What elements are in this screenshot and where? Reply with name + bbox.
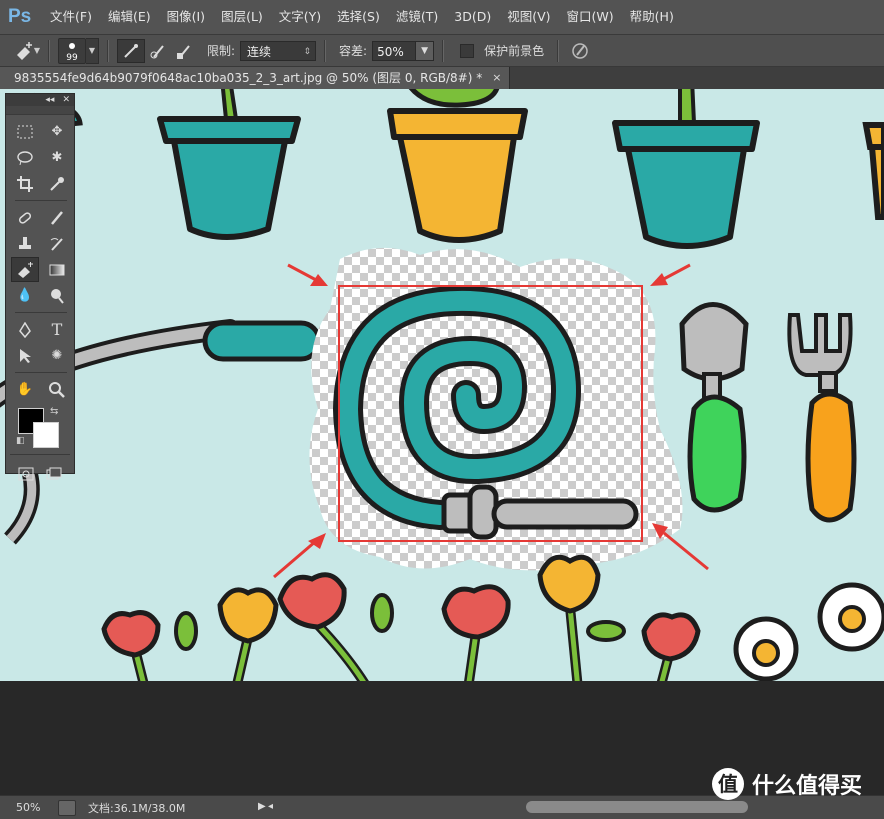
background-color-swatch[interactable]	[33, 422, 59, 448]
separator	[107, 39, 109, 62]
teal-pot-2	[612, 89, 760, 249]
tolerance-label: 容差:	[339, 44, 368, 58]
select-arrows-icon: ⇕	[303, 46, 312, 57]
limits-value: 连续	[247, 44, 272, 59]
teal-pot-1	[157, 89, 301, 240]
menu-window[interactable]: 窗口(W)	[559, 0, 622, 34]
tools-panel: ◂◂ ✕ ✥ ✱ 💧 T ✺ ✋ ⇆ ◧	[5, 93, 75, 480]
separator	[324, 39, 327, 62]
separator	[557, 39, 560, 62]
menu-type[interactable]: 文字(Y)	[271, 0, 329, 34]
background-eraser-tool-icon[interactable]	[11, 257, 39, 282]
custom-shape-tool-icon[interactable]: ✺	[43, 343, 71, 368]
options-bar: ▼ 99 ▼ 限制: 连续 ⇕ 容差: 50% ▼ 保护前景色	[0, 35, 884, 67]
brush-size-preview[interactable]: 99	[58, 37, 86, 64]
crop-tool-icon[interactable]	[11, 171, 39, 196]
gradient-tool-icon[interactable]	[43, 257, 71, 282]
menu-select[interactable]: 选择(S)	[329, 0, 388, 34]
blur-tool-icon[interactable]: 💧	[11, 283, 39, 308]
marquee-tool-icon[interactable]	[11, 119, 39, 144]
separator	[10, 454, 70, 455]
brush-picker[interactable]: 99 ▼	[58, 37, 99, 64]
limits-label: 限制:	[207, 44, 236, 58]
document-tab[interactable]: 9835554fe9d64b9079f0648ac10ba035_2_3_art…	[0, 67, 511, 89]
menu-file[interactable]: 文件(F)	[42, 0, 100, 34]
clone-stamp-tool-icon[interactable]	[11, 231, 39, 256]
limits-select[interactable]: 连续 ⇕	[240, 40, 317, 61]
document-size-info: 文档:36.1M/38.0M	[88, 801, 186, 815]
artwork	[0, 89, 884, 681]
path-selection-tool-icon[interactable]	[11, 343, 39, 368]
type-tool-icon[interactable]: T	[43, 317, 71, 342]
close-icon[interactable]: ×	[492, 67, 501, 89]
garden-shovel	[679, 302, 749, 513]
zoom-tool-icon[interactable]	[43, 377, 71, 402]
tolerance-input[interactable]: 50%	[372, 40, 417, 61]
menu-bar: Ps 文件(F) 编辑(E) 图像(I) 图层(L) 文字(Y) 选择(S) 滤…	[0, 0, 884, 35]
status-options-icon[interactable]	[58, 799, 76, 816]
watermark-logo: 值	[712, 768, 744, 800]
eyedropper-tool-icon[interactable]	[43, 171, 71, 196]
document-canvas[interactable]	[0, 89, 884, 681]
separator	[15, 200, 67, 201]
background-eraser-icon	[17, 41, 32, 60]
document-tab-bar: 9835554fe9d64b9079f0648ac10ba035_2_3_art…	[0, 67, 884, 90]
menu-edit[interactable]: 编辑(E)	[100, 0, 159, 34]
partial-pot-right	[862, 122, 884, 220]
menu-view[interactable]: 视图(V)	[499, 0, 558, 34]
separator	[442, 39, 445, 62]
hand-tool-icon[interactable]: ✋	[11, 377, 39, 402]
photoshop-logo: Ps	[8, 6, 32, 27]
pressure-tablet-icon[interactable]	[567, 40, 593, 62]
separator	[15, 372, 67, 373]
menu-layer[interactable]: 图层(L)	[213, 0, 271, 34]
protect-foreground-checkbox[interactable]	[460, 43, 475, 58]
menu-help[interactable]: 帮助(H)	[622, 0, 682, 34]
history-brush-tool-icon[interactable]	[43, 231, 71, 256]
tools-panel-header[interactable]: ◂◂ ✕	[6, 94, 74, 106]
panel-grip[interactable]	[6, 106, 74, 115]
separator	[48, 39, 50, 62]
sampling-background-swatch-icon[interactable]	[171, 40, 197, 62]
swap-colors-icon[interactable]: ⇆	[50, 406, 58, 417]
tool-preset-picker[interactable]: ▼	[14, 40, 40, 62]
lasso-tool-icon[interactable]	[11, 145, 39, 170]
menu-image[interactable]: 图像(I)	[159, 0, 213, 34]
chevron-down-icon[interactable]: ▼	[416, 40, 435, 61]
scrollbar-thumb[interactable]	[526, 801, 748, 813]
screen-mode-icon[interactable]	[40, 461, 68, 486]
brush-tool-icon[interactable]	[43, 205, 71, 230]
document-title: 9835554fe9d64b9079f0648ac10ba035_2_3_art…	[14, 71, 483, 85]
flower-row	[101, 554, 884, 681]
close-icon[interactable]: ✕	[62, 95, 70, 105]
watermark: 值 什么值得买	[712, 768, 862, 800]
default-colors-icon[interactable]: ◧	[16, 436, 25, 446]
collapse-icon[interactable]: ◂◂	[45, 95, 54, 105]
pen-tool-icon[interactable]	[11, 317, 39, 342]
spot-healing-tool-icon[interactable]	[11, 205, 39, 230]
horizontal-scrollbar[interactable]	[264, 801, 884, 813]
move-tool-icon[interactable]: ✥	[43, 119, 71, 144]
watermark-text: 什么值得买	[752, 774, 863, 799]
magic-wand-tool-icon[interactable]: ✱	[43, 145, 71, 170]
sampling-once-icon[interactable]	[145, 40, 171, 62]
dodge-tool-icon[interactable]	[43, 283, 71, 308]
garden-fork	[787, 313, 857, 523]
separator	[15, 312, 67, 313]
yellow-pot	[387, 89, 528, 243]
sampling-continuous-icon[interactable]	[117, 38, 145, 63]
zoom-level[interactable]: 50%	[0, 801, 58, 814]
menu-filter[interactable]: 滤镜(T)	[388, 0, 446, 34]
color-swatches: ⇆ ◧	[6, 406, 74, 452]
quick-mask-icon[interactable]	[12, 461, 40, 486]
chevron-down-icon[interactable]: ▼	[86, 37, 99, 64]
protect-foreground-label: 保护前景色	[484, 44, 545, 58]
menu-3d[interactable]: 3D(D)	[446, 0, 499, 34]
